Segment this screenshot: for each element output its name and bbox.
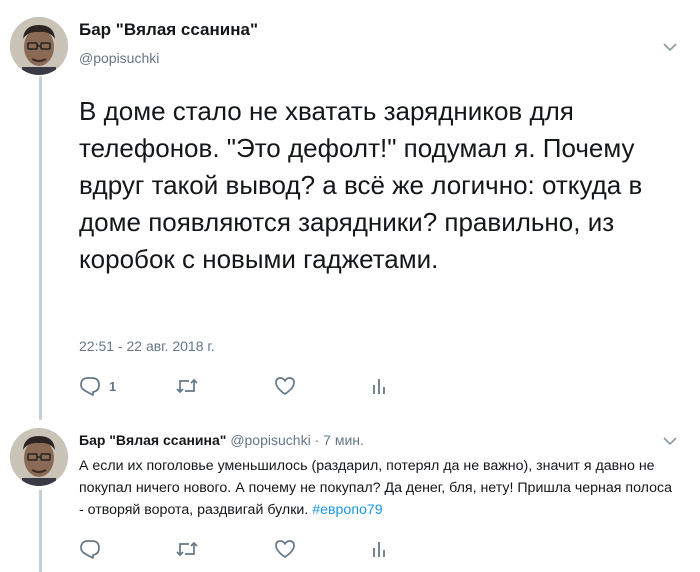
- reply-header: Бар "Вялая ссанина" @popisuchki · 7 мин.: [79, 432, 364, 448]
- analytics-icon: [371, 376, 387, 396]
- reply-icon: [79, 539, 101, 559]
- like-button[interactable]: [274, 539, 296, 559]
- like-button[interactable]: [274, 376, 296, 396]
- author-handle[interactable]: @popisuchki: [230, 432, 310, 448]
- analytics-button[interactable]: [371, 376, 387, 396]
- analytics-icon: [371, 539, 387, 559]
- chevron-down-icon[interactable]: [662, 434, 678, 446]
- like-icon: [274, 539, 296, 559]
- author-handle[interactable]: @popisuchki: [79, 50, 159, 66]
- reply-button[interactable]: 1: [79, 376, 116, 396]
- avatar[interactable]: [10, 17, 68, 75]
- author-name[interactable]: Бар "Вялая ссанина": [79, 20, 258, 40]
- tweet-time[interactable]: 7 мин.: [323, 432, 364, 448]
- retweet-button[interactable]: [175, 539, 199, 559]
- reply-button[interactable]: [79, 539, 101, 559]
- retweet-icon: [175, 376, 199, 396]
- thread-line: [39, 76, 42, 420]
- chevron-down-icon[interactable]: [662, 40, 678, 52]
- retweet-button[interactable]: [175, 376, 199, 396]
- tweet-timestamp[interactable]: 22:51 - 22 авг. 2018 г.: [79, 338, 215, 354]
- reply-text: А если их поголовье уменьшилось (раздари…: [79, 455, 679, 521]
- analytics-button[interactable]: [371, 539, 387, 559]
- retweet-icon: [175, 539, 199, 559]
- author-name[interactable]: Бар "Вялая ссанина": [79, 432, 226, 448]
- like-icon: [274, 376, 296, 396]
- reply-count: 1: [109, 378, 117, 394]
- reply-icon: [79, 376, 101, 396]
- avatar[interactable]: [10, 428, 68, 486]
- separator: ·: [314, 432, 320, 448]
- tweet-text: В доме стало не хватать зарядников для т…: [79, 96, 643, 274]
- hashtag-link[interactable]: #европо79: [312, 502, 382, 518]
- thread-line: [39, 490, 42, 572]
